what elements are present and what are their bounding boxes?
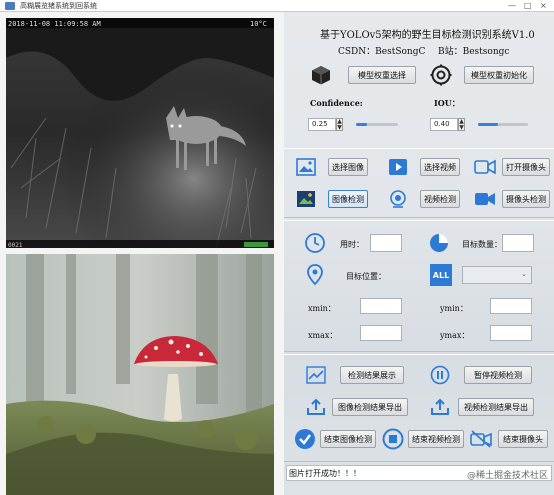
confidence-slider-fill bbox=[356, 123, 367, 126]
webcam-icon[interactable] bbox=[388, 189, 408, 209]
trail-camera-fox-image: 2018-11-08 11:09:58 AM 10°C 0021 bbox=[6, 18, 274, 248]
end-image-detect-button[interactable]: 结束图像检测 bbox=[320, 430, 376, 448]
ymax-label: ymax： bbox=[440, 331, 470, 340]
gear-icon bbox=[430, 64, 452, 86]
title-bar: 高糊展览猪系统到回系统 — □ × bbox=[0, 0, 554, 12]
csdn-label: CSDN：BestSongC bbox=[338, 47, 426, 57]
control-panel: 基于YOLOv5架构的野生目标检测识别系统V1.0 CSDN：BestSongC… bbox=[284, 12, 554, 495]
confidence-spinbox[interactable]: 0.25 bbox=[308, 118, 336, 131]
camera-temperature: 10°C bbox=[250, 20, 267, 28]
ymax-field bbox=[490, 325, 532, 341]
iou-label: IOU： bbox=[434, 98, 460, 108]
maximize-button[interactable]: □ bbox=[524, 1, 532, 10]
line-chart-icon[interactable] bbox=[306, 366, 326, 384]
app-title: 基于YOLOv5架构的野生目标检测识别系统V1.0 bbox=[320, 30, 535, 41]
image-detect-icon[interactable] bbox=[296, 190, 316, 208]
image-display-pane: 2018-11-08 11:09:58 AM 10°C 0021 bbox=[0, 12, 284, 495]
export-image-results-button[interactable]: 图像检测结果导出 bbox=[332, 398, 408, 416]
checkmark-icon[interactable] bbox=[294, 428, 316, 450]
original-image-view: 2018-11-08 11:09:58 AM 10°C 0021 bbox=[6, 18, 274, 248]
model-weight-select-button[interactable]: 模型权重选择 bbox=[348, 66, 416, 84]
export-video-results-button[interactable]: 视频检测结果导出 bbox=[458, 398, 534, 416]
camera-frame-id: 0021 bbox=[8, 242, 23, 248]
clock-icon bbox=[304, 232, 326, 254]
status-message: 图片打开成功！！！ bbox=[289, 469, 361, 478]
target-position-label: 目标位置： bbox=[346, 272, 386, 281]
open-camera-button[interactable]: 打开摄像头 bbox=[502, 158, 550, 176]
app-icon bbox=[5, 2, 15, 10]
camera-icon[interactable] bbox=[474, 158, 496, 176]
xmin-label: xmin： bbox=[308, 304, 336, 313]
video-play-icon[interactable] bbox=[388, 157, 408, 177]
confidence-spin-arrows[interactable]: ▲ ▼ bbox=[336, 118, 343, 131]
image-detect-button[interactable]: 图像检测 bbox=[328, 190, 368, 208]
show-results-button[interactable]: 检测结果展示 bbox=[340, 366, 404, 384]
mushroom-forest-image bbox=[6, 254, 274, 495]
select-image-button[interactable]: 选择图像 bbox=[328, 158, 368, 176]
confidence-label: Confidence: bbox=[310, 98, 363, 108]
window-title: 高糊展览猪系统到回系统 bbox=[20, 2, 97, 10]
xmax-label: xmax： bbox=[308, 331, 338, 340]
export-image-icon[interactable] bbox=[306, 398, 326, 416]
close-button[interactable]: × bbox=[540, 1, 547, 10]
watermark: @稀土掘金技术社区 bbox=[466, 471, 548, 481]
camera-timestamp: 2018-11-08 11:09:58 AM bbox=[8, 20, 101, 28]
chevron-down-icon: ⌄ bbox=[521, 270, 527, 278]
target-count-field bbox=[502, 234, 534, 252]
xmin-field bbox=[360, 298, 402, 314]
camera-detect-button[interactable]: 摄像头检测 bbox=[502, 190, 550, 208]
bilibili-label: B站：Bestsongc bbox=[438, 47, 510, 57]
end-camera-button[interactable]: 结束摄像头 bbox=[498, 430, 548, 448]
select-video-button[interactable]: 选择视频 bbox=[420, 158, 460, 176]
iou-spinbox[interactable]: 0.40 bbox=[430, 118, 458, 131]
minimize-button[interactable]: — bbox=[508, 1, 516, 10]
end-video-detect-button[interactable]: 结束视频检测 bbox=[408, 430, 464, 448]
video-detect-button[interactable]: 视频检测 bbox=[420, 190, 460, 208]
pause-icon[interactable] bbox=[430, 365, 450, 385]
model-weight-init-button[interactable]: 模型权重初始化 bbox=[464, 66, 534, 84]
pause-video-button[interactable]: 暂停视频检测 bbox=[464, 366, 532, 384]
pie-chart-icon bbox=[428, 232, 450, 254]
iou-slider[interactable] bbox=[478, 123, 528, 126]
export-video-icon[interactable] bbox=[430, 398, 450, 416]
stop-icon[interactable] bbox=[382, 428, 404, 450]
video-camera-icon[interactable] bbox=[474, 190, 496, 208]
ymin-label: ymin： bbox=[440, 304, 468, 313]
camera-off-icon[interactable] bbox=[470, 429, 492, 449]
target-select-dropdown[interactable]: ⌄ bbox=[462, 266, 532, 284]
confidence-slider[interactable] bbox=[356, 123, 398, 126]
image-icon[interactable] bbox=[296, 158, 316, 176]
location-pin-icon bbox=[306, 264, 324, 286]
detection-result-view bbox=[6, 254, 274, 495]
iou-slider-fill bbox=[478, 123, 498, 126]
iou-spin-arrows[interactable]: ▲ ▼ bbox=[458, 118, 465, 131]
time-label: 用时： bbox=[340, 240, 364, 249]
all-badge-icon: ALL bbox=[430, 264, 452, 286]
ymin-field bbox=[490, 298, 532, 314]
xmax-field bbox=[360, 325, 402, 341]
target-count-label: 目标数量： bbox=[462, 240, 502, 249]
cube-icon bbox=[310, 64, 332, 86]
time-value-field bbox=[370, 234, 402, 252]
